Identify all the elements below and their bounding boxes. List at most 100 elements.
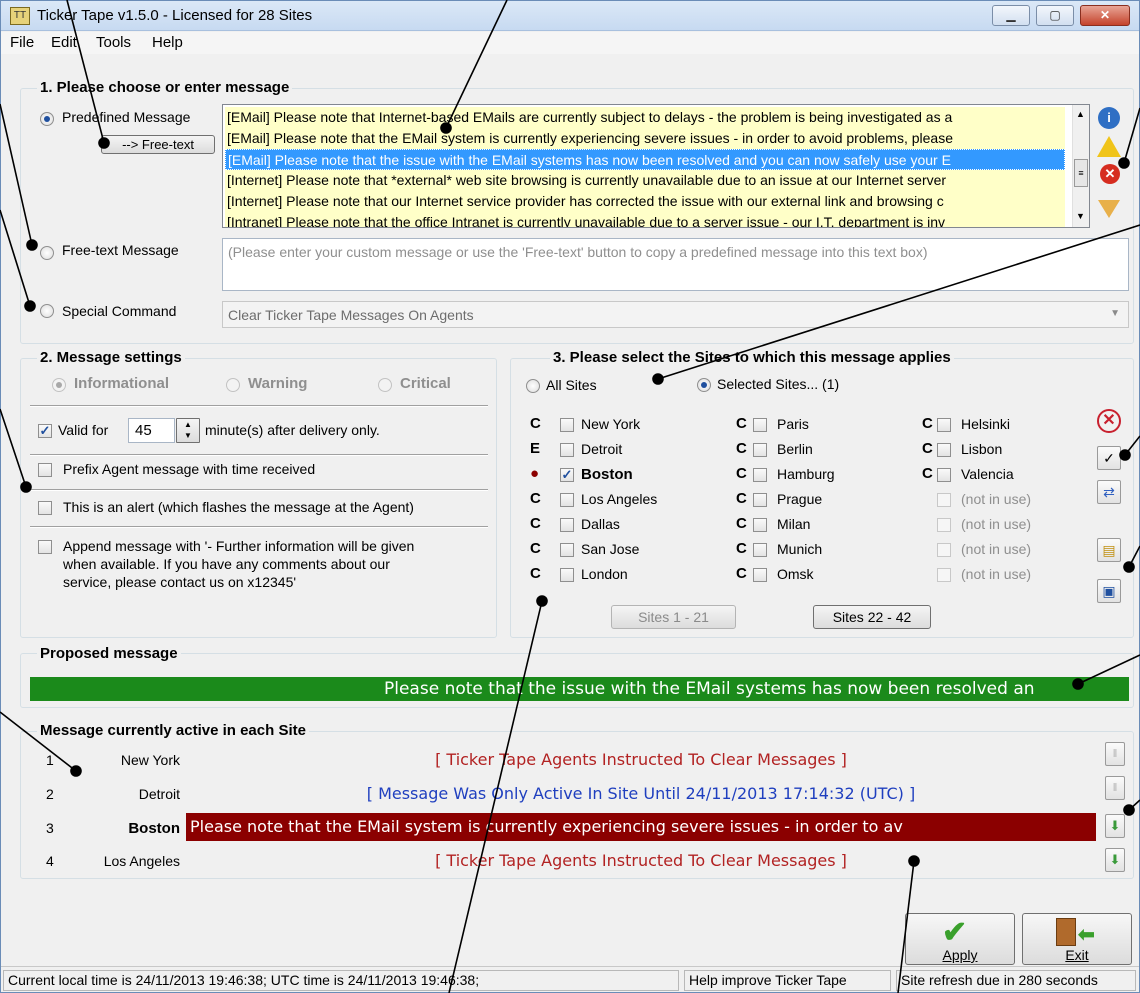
- selected-sites-radio[interactable]: [697, 378, 711, 392]
- freetext-radio[interactable]: [40, 246, 54, 260]
- predefined-radio[interactable]: [40, 112, 54, 126]
- prefix-time-checkbox[interactable]: [38, 463, 52, 477]
- site-checkbox[interactable]: [937, 443, 951, 457]
- open-folder-icon[interactable]: ▤: [1097, 538, 1121, 562]
- deselect-all-icon[interactable]: ✕: [1097, 409, 1121, 433]
- site-checkbox[interactable]: [560, 568, 574, 582]
- site-checkbox[interactable]: [753, 468, 767, 482]
- site-checkbox[interactable]: [560, 543, 574, 557]
- site-checkbox[interactable]: [937, 543, 951, 557]
- menu-help[interactable]: Help: [152, 34, 183, 51]
- proposed-title: Proposed message: [37, 645, 181, 662]
- pause-icon[interactable]: ‖: [1105, 742, 1125, 766]
- site-name: (not in use): [961, 491, 1032, 507]
- site-status-code: C: [736, 440, 747, 457]
- freetext-button[interactable]: --> Free-text: [101, 135, 215, 154]
- site-checkbox[interactable]: ✓: [560, 468, 574, 482]
- exit-button[interactable]: ⬅ Exit: [1022, 913, 1132, 965]
- site-checkbox[interactable]: [560, 493, 574, 507]
- menu-tools[interactable]: Tools: [96, 34, 131, 51]
- arrow-down-icon[interactable]: ⬇: [1105, 814, 1125, 838]
- warning-label: Warning: [248, 375, 308, 392]
- site-checkbox[interactable]: [753, 418, 767, 432]
- filter-icon[interactable]: [1098, 200, 1120, 218]
- scroll-up-icon[interactable]: ▲: [1076, 109, 1085, 119]
- special-command-value: Clear Ticker Tape Messages On Agents: [228, 307, 474, 323]
- site-checkbox[interactable]: [937, 518, 951, 532]
- site-checkbox[interactable]: [560, 518, 574, 532]
- site-status-code: C: [736, 565, 747, 582]
- select-all-button[interactable]: ✓: [1097, 446, 1121, 470]
- site-name: Lisbon: [961, 441, 1003, 457]
- minimize-button[interactable]: ▁: [992, 5, 1030, 26]
- freetext-placeholder: (Please enter your custom message or use…: [228, 244, 928, 260]
- message-settings-group: [20, 358, 497, 638]
- pause-icon[interactable]: ‖: [1105, 776, 1125, 800]
- status-bar: Current local time is 24/11/2013 19:46:3…: [1, 966, 1139, 992]
- valid-for-input[interactable]: 45: [128, 418, 175, 443]
- site-status-code: C: [530, 565, 541, 582]
- menu-edit[interactable]: Edit: [51, 34, 77, 51]
- arrow-down-icon[interactable]: ⬇: [1105, 848, 1125, 872]
- title-bar[interactable]: TT Ticker Tape v1.5.0 - Licensed for 28 …: [1, 1, 1139, 31]
- predefined-message-list[interactable]: [EMail] Please note that Internet-based …: [222, 104, 1090, 228]
- list-item[interactable]: [Intranet] Please note that the office I…: [225, 212, 1065, 227]
- critical-radio[interactable]: [378, 378, 392, 392]
- critical-label: Critical: [400, 375, 451, 392]
- special-command-select[interactable]: Clear Ticker Tape Messages On Agents ▼: [222, 301, 1129, 328]
- site-checkbox[interactable]: [937, 493, 951, 507]
- site-checkbox[interactable]: [753, 543, 767, 557]
- close-button[interactable]: ✕: [1080, 5, 1130, 26]
- site-status-code: C: [530, 415, 541, 432]
- status-help-link[interactable]: Help improve Ticker Tape: [684, 970, 891, 991]
- invert-selection-button[interactable]: ⇄: [1097, 480, 1121, 504]
- list-item[interactable]: [Internet] Please note that *external* w…: [225, 170, 1065, 191]
- list-item[interactable]: [EMail] Please note that the EMail syste…: [225, 128, 1065, 149]
- scroll-down-icon[interactable]: ▼: [1076, 211, 1085, 221]
- warning-icon[interactable]: [1097, 136, 1121, 157]
- freetext-input[interactable]: (Please enter your custom message or use…: [222, 238, 1129, 291]
- site-checkbox[interactable]: [560, 418, 574, 432]
- site-checkbox[interactable]: [753, 518, 767, 532]
- valid-for-checkbox[interactable]: ✓: [38, 424, 52, 438]
- site-checkbox[interactable]: [753, 443, 767, 457]
- site-name: (not in use): [961, 541, 1032, 557]
- list-item[interactable]: [Internet] Please note that our Internet…: [225, 191, 1065, 212]
- scroll-thumb[interactable]: ≡: [1074, 159, 1088, 187]
- save-icon[interactable]: ▣: [1097, 579, 1121, 603]
- critical-icon[interactable]: ✕: [1100, 164, 1120, 184]
- site-checkbox[interactable]: [937, 418, 951, 432]
- site-name: Valencia: [961, 466, 1014, 482]
- site-status-code: C: [736, 465, 747, 482]
- alert-checkbox[interactable]: [38, 501, 52, 515]
- site-checkbox[interactable]: [937, 468, 951, 482]
- status-time: Current local time is 24/11/2013 19:46:3…: [3, 970, 679, 991]
- apply-button[interactable]: ✔ Apply: [905, 913, 1015, 965]
- proposed-message-banner: Please note that the issue with the EMai…: [30, 677, 1129, 701]
- list-scrollbar[interactable]: ▲ ≡ ▼: [1072, 105, 1089, 227]
- site-checkbox[interactable]: [753, 493, 767, 507]
- valid-for-spinner[interactable]: ▲ ▼: [176, 418, 200, 443]
- append-checkbox[interactable]: [38, 540, 52, 554]
- site-checkbox[interactable]: [560, 443, 574, 457]
- site-checkbox[interactable]: [937, 568, 951, 582]
- append-label-line1: Append message with '- Further informati…: [63, 538, 415, 554]
- special-command-radio[interactable]: [40, 304, 54, 318]
- maximize-button[interactable]: ▢: [1036, 5, 1074, 26]
- all-sites-radio[interactable]: [526, 379, 540, 393]
- informational-radio[interactable]: [52, 378, 66, 392]
- divider: [30, 526, 488, 528]
- exit-arrow-icon: ⬅: [1078, 924, 1095, 946]
- row-site: New York: [120, 752, 180, 768]
- sites-page-1-button[interactable]: Sites 1 - 21: [611, 605, 736, 629]
- site-status-code: C: [922, 465, 933, 482]
- section2-title: 2. Message settings: [37, 349, 185, 366]
- info-icon[interactable]: i: [1098, 107, 1120, 129]
- list-item-selected[interactable]: [EMail] Please note that the issue with …: [225, 149, 1065, 170]
- site-checkbox[interactable]: [753, 568, 767, 582]
- list-item[interactable]: [EMail] Please note that Internet-based …: [225, 107, 1065, 128]
- sites-page-2-button[interactable]: Sites 22 - 42: [813, 605, 931, 629]
- menu-file[interactable]: File: [10, 34, 34, 51]
- row-message: [ Message Was Only Active In Site Until …: [366, 784, 916, 803]
- warning-radio[interactable]: [226, 378, 240, 392]
